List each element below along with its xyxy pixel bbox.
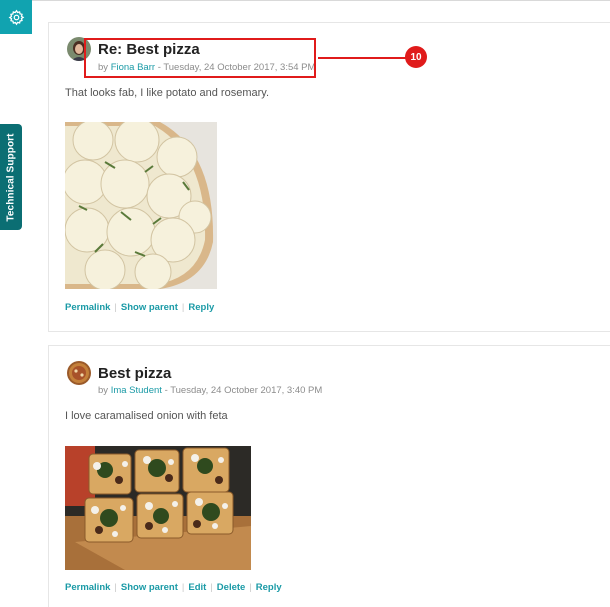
post-byline: by Ima Student - Tuesday, 24 October 201… — [98, 385, 322, 396]
post-commands: Permalink | Show parent | Reply — [65, 302, 214, 313]
delete-link[interactable]: Delete — [217, 582, 246, 593]
byline-separator: - — [164, 385, 168, 396]
command-separator: | — [210, 582, 213, 593]
post-message: That looks fab, I like potato and rosema… — [65, 87, 270, 99]
edit-link[interactable]: Edit — [188, 582, 206, 593]
command-separator: | — [181, 582, 185, 593]
by-prefix: by — [98, 385, 109, 396]
top-divider — [0, 0, 610, 1]
settings-button[interactable] — [0, 0, 32, 34]
show-parent-link[interactable]: Show parent — [121, 582, 178, 593]
post-image — [65, 122, 217, 289]
gear-icon — [8, 9, 24, 25]
command-separator: | — [114, 302, 117, 313]
reply-link[interactable]: Reply — [256, 582, 282, 593]
permalink-link[interactable]: Permalink — [65, 582, 110, 593]
post-message: I love caramalised onion with feta — [65, 410, 228, 422]
post-date: Tuesday, 24 October 2017, 3:40 PM — [170, 385, 323, 396]
reply-link[interactable]: Reply — [188, 302, 214, 313]
post-image — [65, 446, 251, 570]
command-separator: | — [181, 302, 185, 313]
annotation-highlight-box — [84, 38, 316, 78]
forum-post: Best pizza by Ima Student - Tuesday, 24 … — [48, 345, 610, 607]
author-link[interactable]: Ima Student — [111, 385, 162, 396]
post-subject: Best pizza — [98, 365, 172, 382]
avatar[interactable] — [67, 361, 91, 385]
permalink-link[interactable]: Permalink — [65, 302, 110, 313]
technical-support-tab[interactable]: Technical Support — [0, 124, 22, 230]
technical-support-label: Technical Support — [5, 132, 17, 222]
annotation-leader-line — [318, 57, 406, 59]
annotation-callout-badge: 10 — [405, 46, 427, 68]
show-parent-link[interactable]: Show parent — [121, 302, 178, 313]
command-separator: | — [249, 582, 252, 593]
post-commands: Permalink | Show parent | Edit | Delete | Reply — [65, 582, 282, 593]
command-separator: | — [114, 582, 117, 593]
